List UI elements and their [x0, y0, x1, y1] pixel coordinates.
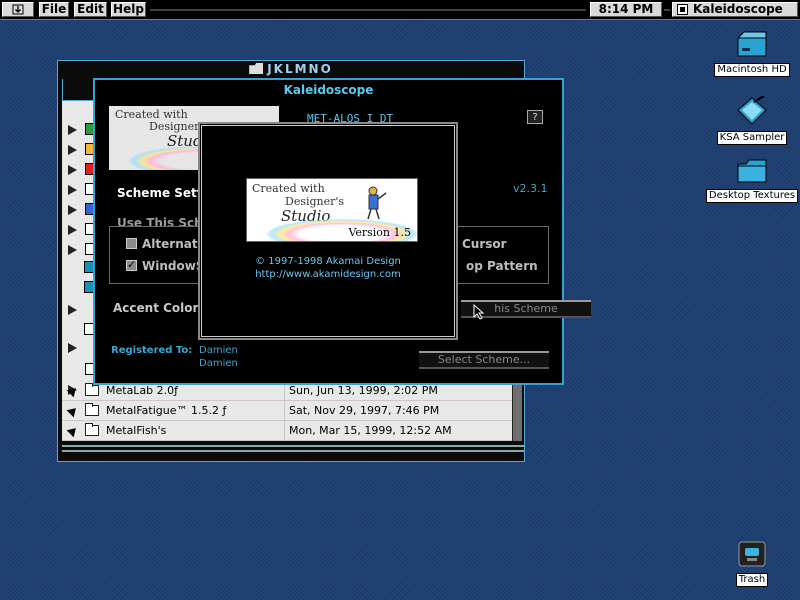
- menu-edit[interactable]: Edit: [74, 2, 107, 17]
- disclosure-triangle-icon[interactable]: [68, 343, 77, 353]
- accent-color-label: Accent Color:: [113, 301, 204, 315]
- application-menu[interactable]: Kaleidoscope: [672, 2, 798, 17]
- scheme-settings-heading: Scheme Setti: [117, 186, 207, 200]
- desktop-icon-macintosh-hd[interactable]: Macintosh HD: [712, 30, 792, 77]
- desktop-icon-desktop-textures[interactable]: Desktop Textures: [704, 156, 800, 203]
- trash-icon: [738, 541, 766, 567]
- registered-to-label: Registered To:: [111, 345, 193, 356]
- menu-help[interactable]: Help: [111, 2, 146, 17]
- menubar-divider: [150, 9, 586, 11]
- disclosure-triangle-icon[interactable]: [68, 305, 77, 315]
- menubar-divider: [664, 9, 670, 11]
- desktop-icon-label: Trash: [735, 573, 769, 587]
- copyright-text: © 1997-1998 Akamai Design: [255, 256, 401, 267]
- windows-label: WindowS: [142, 259, 205, 273]
- desktop-icon-ksa-sampler[interactable]: KSA Sampler: [712, 95, 792, 145]
- help-button[interactable]: ?: [527, 110, 543, 124]
- disclosure-triangle-icon[interactable]: [66, 404, 80, 418]
- application-icon: [677, 4, 688, 15]
- alternate-label: Alternate: [142, 237, 206, 251]
- file-name: MetalFish's: [106, 424, 167, 437]
- application-menu-label: Kaleidoscope: [693, 2, 783, 16]
- cursor-checkbox-label[interactable]: Cursor: [462, 237, 507, 251]
- disclosure-triangle-icon[interactable]: [68, 245, 77, 255]
- finder-title: JKLMNO: [267, 62, 333, 76]
- list-item[interactable]: MetalFatigue™ 1.5.2 ƒ Sat, Nov 29, 1997,…: [62, 401, 512, 421]
- finder-title-bar[interactable]: JKLMNO: [58, 61, 524, 77]
- horizontal-scrollbar[interactable]: [62, 441, 524, 459]
- logo-line1: Created with: [252, 182, 325, 195]
- kaleidoscope-title-bar[interactable]: Kaleidoscope: [95, 80, 562, 100]
- folder-icon: [85, 383, 99, 396]
- disclosure-triangle-icon[interactable]: [66, 424, 80, 438]
- desktop-icon-label: Macintosh HD: [714, 63, 790, 77]
- select-scheme-button[interactable]: Select Scheme...: [419, 351, 549, 369]
- file-name: MetalFatigue™ 1.5.2 ƒ: [106, 404, 227, 417]
- folder-icon: [249, 63, 264, 74]
- disclosure-triangle-icon[interactable]: [68, 145, 77, 155]
- desktop-icon-label: KSA Sampler: [716, 131, 788, 145]
- disclosure-triangle-icon[interactable]: [68, 225, 77, 235]
- desktop-icon-label: Desktop Textures: [705, 189, 799, 203]
- disclosure-triangle-icon[interactable]: [68, 205, 77, 215]
- menu-bar: File Edit Help 8:14 PM Kaleidoscope: [0, 0, 800, 20]
- scrollbar-track: [62, 445, 524, 447]
- file-date: Sat, Nov 29, 1997, 7:46 PM: [284, 401, 439, 420]
- registered-organization: Damien: [199, 358, 238, 369]
- checkmark-icon: [126, 258, 137, 271]
- apple-icon: [12, 4, 24, 15]
- folder-icon: [85, 403, 99, 416]
- desktop-pattern-checkbox-label[interactable]: op Pattern: [466, 259, 538, 273]
- list-item[interactable]: MetalFish's Mon, Mar 15, 1999, 12:52 AM: [62, 421, 512, 441]
- website-link[interactable]: http://www.akamidesign.com: [200, 269, 456, 280]
- apple-menu-button[interactable]: [2, 2, 34, 17]
- mouse-pointer-icon: [473, 304, 485, 320]
- designers-studio-logo: Created with Designer's Studio Version 1…: [246, 178, 418, 242]
- logo-version: Version 1.5: [348, 226, 411, 239]
- checkbox-icon: [126, 238, 137, 249]
- disclosure-triangle-icon[interactable]: [68, 125, 77, 135]
- alternate-checkbox[interactable]: Alternate: [126, 237, 206, 251]
- about-dialog[interactable]: Created with Designer's Studio Version 1…: [198, 122, 458, 340]
- artist-figure-icon: [367, 186, 387, 220]
- hard-disk-icon: [736, 31, 767, 57]
- file-date: Mon, Mar 15, 1999, 12:52 AM: [284, 421, 452, 440]
- menubar-clock[interactable]: 8:14 PM: [590, 2, 662, 17]
- disclosure-triangle-icon[interactable]: [68, 165, 77, 175]
- scrollbar-track: [62, 450, 524, 452]
- disclosure-triangle-icon[interactable]: [68, 185, 77, 195]
- disclosure-triangle-icon[interactable]: [66, 384, 80, 398]
- registered-name: Damien: [199, 345, 238, 356]
- menu-file[interactable]: File: [39, 2, 69, 17]
- desktop-icon-trash[interactable]: Trash: [722, 540, 782, 587]
- version-label: v2.3.1: [513, 182, 548, 195]
- windows-checkbox[interactable]: WindowS: [126, 258, 205, 273]
- document-icon: [737, 95, 767, 125]
- folder-icon: [85, 423, 99, 436]
- folder-icon: [737, 159, 767, 183]
